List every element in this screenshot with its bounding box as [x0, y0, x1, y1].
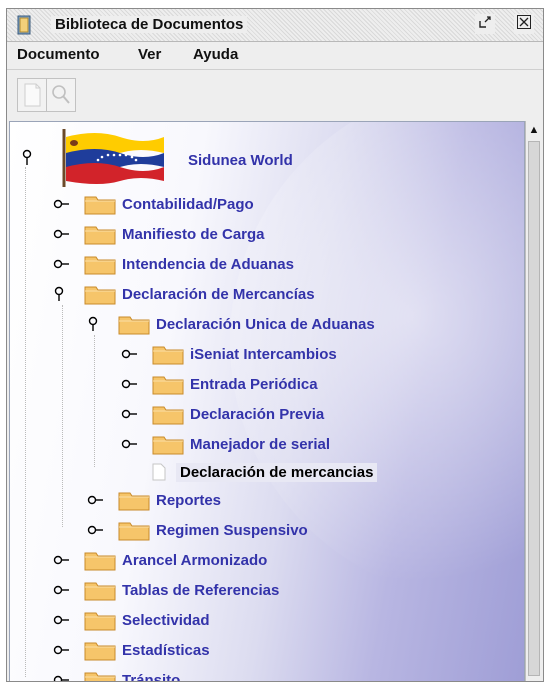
collapsed-handle-icon[interactable] [120, 376, 140, 392]
scroll-up-arrow-icon[interactable]: ▲ [526, 121, 542, 139]
folder-icon [152, 436, 184, 455]
folder-icon [84, 612, 116, 631]
library-book-icon [17, 15, 31, 35]
menu-ver[interactable]: Ver [138, 46, 161, 63]
tree-node-label: Tablas de Referencias [122, 581, 280, 599]
toolbar [7, 69, 543, 116]
document-tree: Sidunea World Contabilidad/Pago Manifies… [9, 121, 525, 682]
collapsed-handle-icon[interactable] [52, 642, 72, 658]
open-folder-icon [84, 286, 116, 305]
magnifier-icon [52, 85, 70, 104]
collapsed-handle-icon[interactable] [52, 672, 72, 682]
collapsed-handle-icon[interactable] [52, 256, 72, 272]
collapsed-handle-icon[interactable] [120, 436, 140, 452]
collapsed-handle-icon[interactable] [120, 406, 140, 422]
tree-node-label: iSeniat Intercambios [190, 345, 337, 363]
tree-node-label: Declaración Unica de Aduanas [156, 315, 375, 333]
tree-node-manifiesto[interactable]: Manifiesto de Carga [52, 220, 265, 248]
tree-root-label[interactable]: Sidunea World [188, 152, 293, 169]
tree-node-regimen-suspensivo[interactable]: Regimen Suspensivo [86, 516, 308, 544]
tree-node-entrada-periodica[interactable]: Entrada Periódica [120, 370, 318, 398]
document-library-window: Biblioteca de Documentos Documento Ver A… [6, 8, 544, 682]
folder-icon [84, 196, 116, 215]
folder-icon [84, 642, 116, 661]
collapsed-handle-icon[interactable] [52, 196, 72, 212]
tree-node-label: Tránsito [122, 671, 181, 682]
tree-node-estadisticas[interactable]: Estadísticas [52, 636, 210, 664]
document-icon [152, 463, 166, 481]
menu-ayuda[interactable]: Ayuda [193, 46, 238, 63]
tree-node-label: Manejador de serial [190, 435, 331, 453]
folder-icon [84, 256, 116, 275]
folder-icon [84, 582, 116, 601]
tree-node-label: Declaración Previa [190, 405, 325, 423]
collapsed-handle-icon[interactable] [120, 346, 140, 362]
restore-window-icon[interactable] [475, 14, 495, 34]
collapsed-handle-icon[interactable] [86, 522, 106, 538]
open-folder-icon [118, 316, 150, 335]
tree-leaf-declaracion-de-mercancias[interactable]: Declaración de mercancias [152, 458, 378, 486]
selected-tree-item-label: Declaración de mercancias [176, 462, 378, 482]
menu-documento[interactable]: Documento [17, 46, 100, 63]
new-document-button[interactable] [17, 78, 47, 112]
collapsed-handle-icon[interactable] [52, 612, 72, 628]
expanded-handle-icon[interactable] [52, 286, 72, 302]
tree-node-label: Contabilidad/Pago [122, 195, 254, 213]
tree-node-selectividad[interactable]: Selectividad [52, 606, 210, 634]
tree-node-intendencia[interactable]: Intendencia de Aduanas [52, 250, 294, 278]
folder-icon [118, 522, 150, 541]
tree-node-declaracion-unica[interactable]: Declaración Unica de Aduanas [86, 310, 375, 338]
scrollbar-thumb[interactable] [528, 141, 540, 676]
tree-node-transito[interactable]: Tránsito [52, 666, 181, 682]
blank-page-icon [24, 83, 41, 107]
venezuela-flag-icon [62, 129, 164, 187]
tree-node-declaracion-mercancias[interactable]: Declaración de Mercancías [52, 280, 315, 308]
tree-node-label: Selectividad [122, 611, 210, 629]
tree-node-label: Regimen Suspensivo [156, 521, 308, 539]
tree-node-declaracion-previa[interactable]: Declaración Previa [120, 400, 324, 428]
tree-node-tablas-referencias[interactable]: Tablas de Referencias [52, 576, 279, 604]
collapsed-handle-icon[interactable] [52, 226, 72, 242]
expanded-handle-icon[interactable] [86, 316, 106, 332]
folder-icon [118, 492, 150, 511]
folder-icon [152, 346, 184, 365]
folder-icon [84, 672, 116, 681]
search-button[interactable] [46, 78, 76, 112]
folder-icon [84, 226, 116, 245]
tree-node-arancel[interactable]: Arancel Armonizado [52, 546, 267, 574]
collapsed-handle-icon[interactable] [52, 582, 72, 598]
tree-node-manejador-serial[interactable]: Manejador de serial [120, 430, 330, 458]
tree-node-label: Declaración de Mercancías [122, 285, 315, 303]
collapsed-handle-icon[interactable] [52, 552, 72, 568]
tree-node-label: Estadísticas [122, 641, 210, 659]
folder-icon [84, 552, 116, 571]
collapsed-handle-icon[interactable] [86, 492, 106, 508]
folder-icon [152, 376, 184, 395]
folder-icon [152, 406, 184, 425]
tree-node-label: Entrada Periódica [190, 375, 318, 393]
window-title: Biblioteca de Documentos [51, 16, 248, 33]
tree-node-label: Arancel Armonizado [122, 551, 268, 569]
tree-node-label: Manifiesto de Carga [122, 225, 265, 243]
tree-node-reportes[interactable]: Reportes [86, 486, 221, 514]
vertical-scrollbar[interactable]: ▲ [525, 121, 542, 681]
tree-node-label: Intendencia de Aduanas [122, 255, 294, 273]
menu-bar: Documento Ver Ayuda [7, 42, 543, 68]
tree-node-iseniat[interactable]: iSeniat Intercambios [120, 340, 337, 368]
tree-node-contabilidad[interactable]: Contabilidad/Pago [52, 190, 254, 218]
close-window-icon[interactable] [514, 14, 534, 34]
title-bar[interactable]: Biblioteca de Documentos [7, 9, 543, 42]
tree-node-label: Reportes [156, 491, 222, 509]
expanded-handle-icon[interactable] [20, 149, 34, 167]
